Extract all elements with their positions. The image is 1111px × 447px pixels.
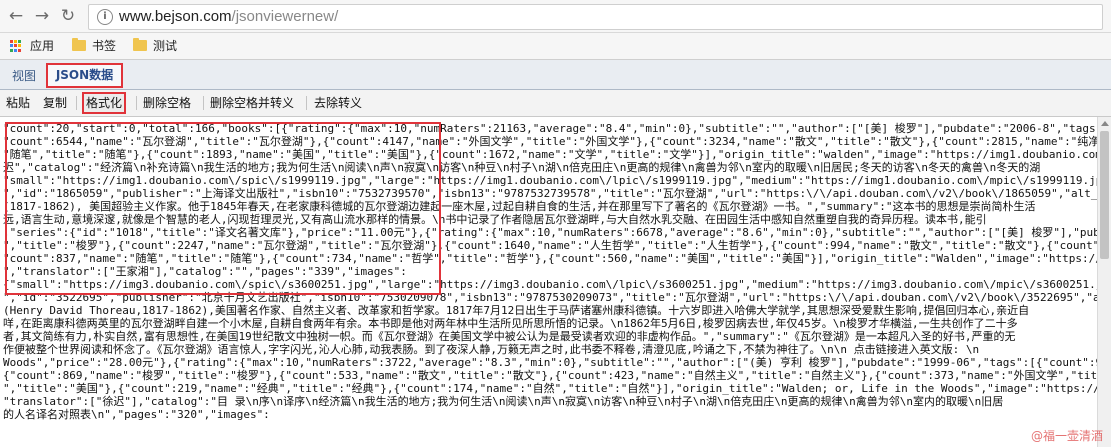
code-line: 者,其文简练有力,朴实自然,富有思想性,在美国19世纪散文中独树一帜。而《瓦尔登… bbox=[3, 330, 1016, 343]
unescape-button[interactable]: 去除转义 bbox=[314, 94, 362, 112]
toolbar-divider bbox=[136, 96, 137, 110]
bookmark-folder[interactable]: 测试 bbox=[133, 37, 177, 55]
format-button[interactable]: 格式化 bbox=[82, 92, 127, 114]
toolbar-divider bbox=[76, 96, 77, 110]
view-tabs: 视图 JSON数据 bbox=[0, 60, 1111, 90]
bookmark-label: 书签 bbox=[92, 39, 117, 53]
url-field[interactable]: i www.bejson.com/jsonviewernew/ bbox=[88, 4, 1103, 30]
url-text: www.bejson.com/jsonviewernew/ bbox=[119, 8, 338, 25]
scroll-up-icon[interactable] bbox=[1101, 121, 1109, 126]
bookmarks-bar: 应用 书签 测试 bbox=[0, 33, 1111, 60]
code-line: 作便被整个世界阅读和怀念了。《瓦尔登湖》语言惊人,字字闪光,沁人心肺,动我表肠。… bbox=[3, 343, 980, 356]
bookmark-label: 应用 bbox=[30, 39, 55, 53]
scrollbar-thumb[interactable] bbox=[1100, 131, 1109, 259]
url-path: /jsonviewernew/ bbox=[231, 8, 339, 25]
editor-toolbar: 粘贴 复制 格式化 删除空格 删除空格并转义 去除转义 bbox=[0, 90, 1111, 117]
toolbar-divider bbox=[203, 96, 204, 110]
folder-icon bbox=[72, 38, 86, 51]
watermark: @福一壶清酒 bbox=[1030, 429, 1103, 443]
remove-space-escape-button[interactable]: 删除空格并转义 bbox=[210, 94, 294, 112]
code-line: 的人名译名对照表\n","pages":"320","images": bbox=[3, 408, 270, 421]
forward-icon[interactable]: → bbox=[32, 6, 52, 26]
json-textarea[interactable]: "count":20,"start":0,"total":166,"books"… bbox=[0, 117, 1097, 447]
code-line: 咩,在距离康科德两英里的瓦尔登湖畔自建一个小木屋,自耕自食两年有余。本书即是他对… bbox=[3, 317, 1018, 330]
code-line: {"count":869,"name":"梭罗","title":"梭罗"},{… bbox=[3, 369, 1097, 382]
bookmark-label: 测试 bbox=[153, 39, 178, 53]
code-line: (Henry David Thoreau,1817-1862),美国著名作家、自… bbox=[3, 304, 1030, 317]
code-line: "translator":["徐迟"],"catalog":"目 录\n序\n译… bbox=[3, 395, 1004, 408]
code-line: ","title":"美国"},{"count":219,"name":"经典"… bbox=[3, 382, 1097, 395]
bookmark-apps[interactable]: 应用 bbox=[10, 37, 54, 55]
vertical-scrollbar[interactable] bbox=[1097, 117, 1111, 447]
code-line: Woods","price":"28.00元"},{"rating":{"max… bbox=[3, 356, 1097, 369]
tab-view[interactable]: 视图 bbox=[6, 64, 42, 88]
info-icon[interactable]: i bbox=[97, 9, 113, 25]
paste-button[interactable]: 粘贴 bbox=[6, 94, 30, 112]
apps-grid-icon bbox=[10, 40, 22, 52]
copy-button[interactable]: 复制 bbox=[43, 94, 67, 112]
remove-space-button[interactable]: 删除空格 bbox=[143, 94, 191, 112]
reload-icon[interactable]: ↻ bbox=[58, 6, 78, 26]
bookmark-folder[interactable]: 书签 bbox=[72, 37, 116, 55]
address-bar: ← → ↻ i www.bejson.com/jsonviewernew/ bbox=[0, 0, 1111, 33]
url-domain: www.bejson.com bbox=[119, 8, 232, 25]
tab-json-data[interactable]: JSON数据 bbox=[46, 63, 123, 88]
toolbar-divider bbox=[306, 96, 307, 110]
back-icon[interactable]: ← bbox=[6, 6, 26, 26]
folder-icon bbox=[133, 38, 147, 51]
selection-highlight-box bbox=[5, 122, 441, 295]
